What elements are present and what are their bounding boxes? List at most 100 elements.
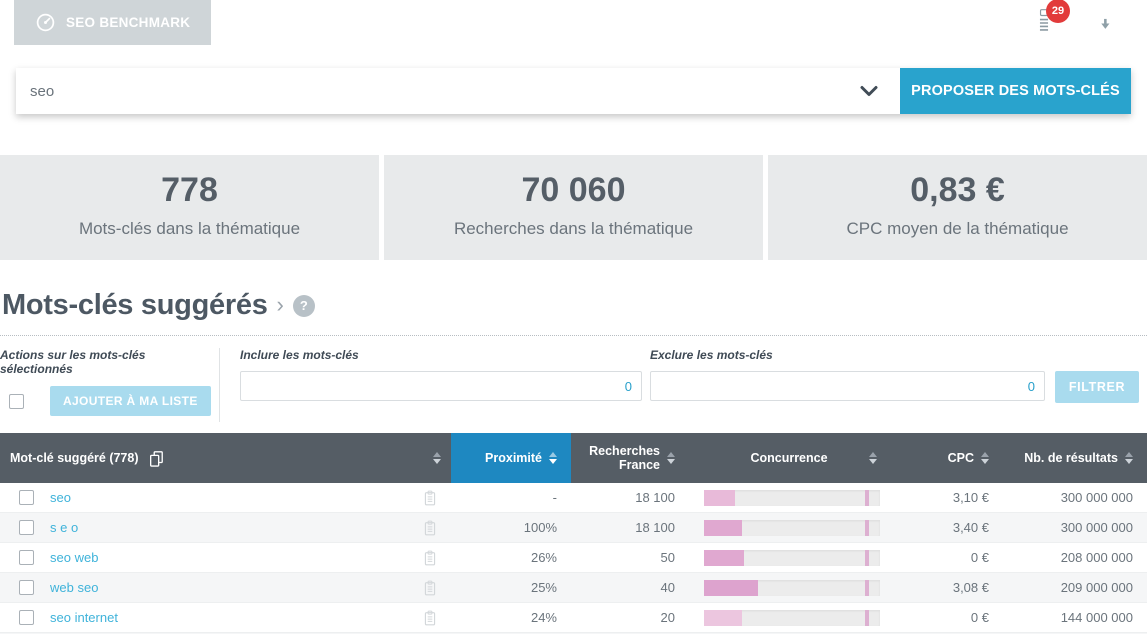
thematic-venn-icon xyxy=(451,12,472,33)
column-header-searches[interactable]: Recherches France xyxy=(571,433,689,483)
tab-keyword-suggest[interactable]: KEYWORD SUGGEST xyxy=(211,0,429,45)
filter-button[interactable]: FILTRER xyxy=(1055,371,1139,403)
keyword-suggest-icon xyxy=(232,13,254,33)
row-checkbox[interactable] xyxy=(19,490,34,505)
page-title: Mots-clés suggérés xyxy=(2,289,268,322)
competition-bar-fill xyxy=(704,610,743,626)
stat-average-cpc: 0,83 € CPC moyen de la thématique xyxy=(768,155,1147,260)
column-label: France xyxy=(619,458,660,472)
exclude-keywords-input[interactable]: 0 xyxy=(650,371,1045,401)
include-keywords-input[interactable]: 0 xyxy=(240,371,642,401)
table-row: seo internet 24% 20 0 € 144 000 000 xyxy=(0,603,1147,633)
serp-clipboard-icon[interactable] xyxy=(423,580,437,596)
row-checkbox[interactable] xyxy=(19,520,34,535)
tab-seo-benchmark[interactable]: SEO BENCHMARK xyxy=(14,0,211,45)
competition-cell xyxy=(689,513,889,542)
cpc-value: 3,10 € xyxy=(889,483,999,512)
filter-toolbar: Actions sur les mots-clés sélectionnés A… xyxy=(0,336,1147,422)
divider xyxy=(1015,10,1016,36)
results-value: 300 000 000 xyxy=(999,513,1147,542)
serp-clipboard-icon[interactable] xyxy=(423,490,437,506)
copy-icon[interactable] xyxy=(148,450,164,467)
keyword-link[interactable]: s e o xyxy=(50,520,78,535)
competition-cell xyxy=(689,573,889,602)
results-value: 209 000 000 xyxy=(999,573,1147,602)
cpc-value: 3,40 € xyxy=(889,513,999,542)
competition-cell xyxy=(689,543,889,572)
include-label: Inclure les mots-clés xyxy=(240,348,642,362)
searches-value: 40 xyxy=(571,573,689,602)
exclude-count: 0 xyxy=(1028,379,1035,394)
add-to-list-button[interactable]: AJOUTER À MA LISTE xyxy=(50,386,211,416)
target-icon[interactable] xyxy=(971,8,1001,38)
keyword-search-row: seo PROPOSER DES MOTS-CLÉS xyxy=(16,68,1131,114)
stat-value: 0,83 € xyxy=(768,171,1147,210)
keyword-search-input[interactable]: seo xyxy=(16,68,900,114)
actions-group: Actions sur les mots-clés sélectionnés A… xyxy=(0,348,220,422)
competition-bar-tick xyxy=(865,550,869,566)
top-tabbar: SEO BENCHMARK KEYWORD SUGGEST THEMATIC 2… xyxy=(0,0,1147,45)
competition-bar-tick xyxy=(865,610,869,626)
searches-value: 50 xyxy=(571,543,689,572)
competition-bar xyxy=(704,610,880,626)
table-row: seo web 26% 50 0 € 208 000 000 xyxy=(0,543,1147,573)
header-icons: 29 xyxy=(971,0,1147,45)
serp-clipboard-icon[interactable] xyxy=(423,610,437,626)
column-header-keyword[interactable]: Mot-clé suggéré (778) xyxy=(0,433,451,483)
select-all-checkbox[interactable] xyxy=(9,394,24,409)
clipboard-list-icon[interactable]: 29 xyxy=(1030,8,1058,38)
column-label: Nb. de résultats xyxy=(1024,451,1118,465)
table-row: s e o 100% 18 100 3,40 € 300 000 000 xyxy=(0,513,1147,543)
competition-bar-tick xyxy=(865,580,869,596)
serp-clipboard-icon[interactable] xyxy=(423,550,437,566)
divider xyxy=(1072,10,1073,36)
row-checkbox[interactable] xyxy=(19,580,34,595)
competition-bar xyxy=(704,580,880,596)
stat-searches-count: 70 060 Recherches dans la thématique xyxy=(384,155,763,260)
cloud-download-icon[interactable] xyxy=(1087,9,1123,37)
tab-thematic[interactable]: THEMATIC xyxy=(430,0,574,45)
competition-bar-fill xyxy=(704,550,744,566)
competition-bar-tick xyxy=(865,520,869,536)
stat-value: 70 060 xyxy=(384,171,763,210)
chevron-down-icon[interactable] xyxy=(858,82,880,100)
stat-label: Mots-clés dans la thématique xyxy=(0,219,379,239)
tab-label: THEMATIC xyxy=(482,15,553,30)
results-value: 208 000 000 xyxy=(999,543,1147,572)
table-body: seo - 18 100 3,10 € 300 000 000 s e o 10… xyxy=(0,483,1147,634)
keyword-link[interactable]: web seo xyxy=(50,580,98,595)
table-header: Mot-clé suggéré (778) Proximité Recherch… xyxy=(0,433,1147,483)
proximity-value: 24% xyxy=(451,603,571,632)
row-checkbox[interactable] xyxy=(19,550,34,565)
column-header-proximity[interactable]: Proximité xyxy=(451,433,571,483)
results-value: 144 000 000 xyxy=(999,603,1147,632)
row-checkbox[interactable] xyxy=(19,610,34,625)
help-icon[interactable]: ? xyxy=(293,295,315,317)
sort-arrows-icon xyxy=(667,452,675,464)
competition-bar-fill xyxy=(704,490,736,506)
thematic-stats: 778 Mots-clés dans la thématique 70 060 … xyxy=(0,155,1147,260)
propose-keywords-button[interactable]: PROPOSER DES MOTS-CLÉS xyxy=(900,68,1131,114)
sort-arrows-icon xyxy=(549,452,557,464)
searches-value: 18 100 xyxy=(571,483,689,512)
actions-label: Actions sur les mots-clés sélectionnés xyxy=(0,348,219,376)
column-label: Recherches xyxy=(589,444,660,458)
proximity-value: 100% xyxy=(451,513,571,542)
column-label: CPC xyxy=(948,451,974,465)
sort-arrows-icon xyxy=(869,452,877,464)
serp-clipboard-icon[interactable] xyxy=(423,520,437,536)
column-header-cpc[interactable]: CPC xyxy=(889,433,999,483)
column-header-results[interactable]: Nb. de résultats xyxy=(999,433,1147,483)
keyword-link[interactable]: seo xyxy=(50,490,71,505)
column-label: Mot-clé suggéré (778) xyxy=(10,451,139,465)
competition-bar xyxy=(704,520,880,536)
competition-bar xyxy=(704,490,880,506)
keyword-link[interactable]: seo internet xyxy=(50,610,118,625)
column-header-competition[interactable]: Concurrence xyxy=(689,433,889,483)
stat-label: Recherches dans la thématique xyxy=(384,219,763,239)
keyword-link[interactable]: seo web xyxy=(50,550,98,565)
table-row: web seo 25% 40 3,08 € 209 000 000 xyxy=(0,573,1147,603)
results-value: 300 000 000 xyxy=(999,483,1147,512)
exclude-group: Exclure les mots-clés 0 xyxy=(650,348,1045,401)
competition-bar-fill xyxy=(704,520,743,536)
